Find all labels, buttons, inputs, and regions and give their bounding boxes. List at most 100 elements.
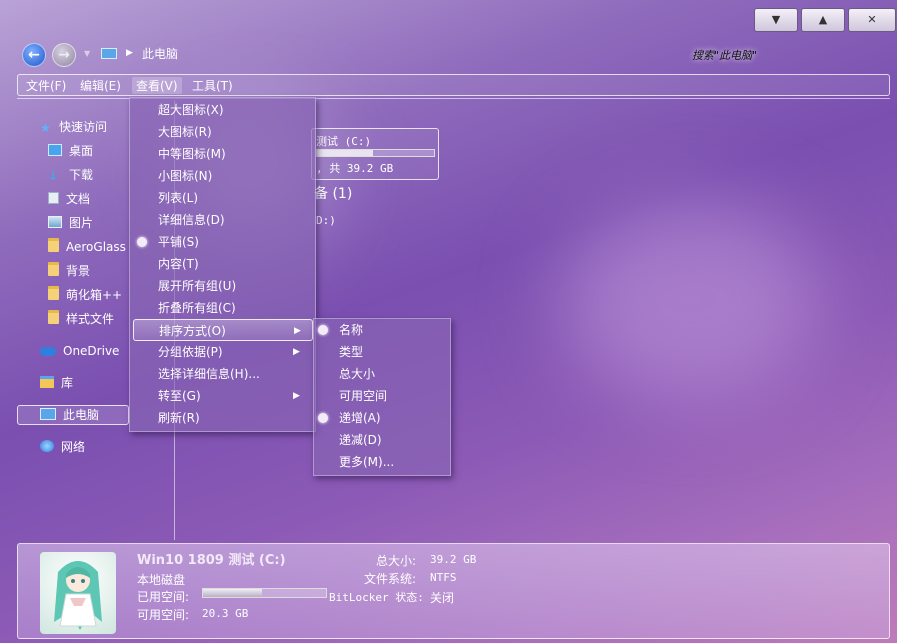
recent-locations-icon[interactable]: ▼ (84, 49, 90, 58)
view-menu-item-expand-all-groups[interactable]: 展开所有组(U) (130, 275, 315, 297)
menu-view[interactable]: 查看(V) (132, 77, 182, 94)
close-button[interactable]: ✕ (848, 8, 896, 32)
sort-menu-item-descending[interactable]: 递减(D) (314, 429, 450, 451)
breadcrumb[interactable]: 此电脑 (142, 44, 178, 64)
menu-file[interactable]: 文件(F) (26, 77, 66, 94)
used-space-bar (202, 588, 327, 598)
drive-label: 测试 (C:) (316, 135, 372, 148)
menu-item-label: 超大图标(X) (158, 103, 224, 117)
sidebar-item-pictures[interactable]: 图片 (48, 213, 93, 233)
sort-menu-item-total-size[interactable]: 总大小 (314, 363, 450, 385)
view-menu-item-content[interactable]: 内容(T) (130, 253, 315, 275)
sort-submenu: 名称类型 总大小 可用空间递增(A) 递减(D) 更多(M)... (313, 318, 451, 476)
desktop-icon (48, 144, 62, 156)
network-icon (40, 440, 54, 452)
drive-tile-c[interactable]: 测试 (C:) , 共 39.2 GB (311, 128, 439, 180)
sort-menu-item-name[interactable]: 名称 (314, 319, 450, 341)
drive-thumbnail (40, 552, 116, 634)
back-button[interactable]: ← (22, 43, 46, 67)
view-menu-item-details[interactable]: 详细信息(D) (130, 209, 315, 231)
library-icon (40, 376, 54, 388)
menu-item-label: 详细信息(D) (158, 213, 225, 227)
menu-item-label: 名称 (339, 323, 364, 337)
forward-button[interactable]: → (52, 43, 76, 67)
total-size-label: 总大小: (376, 554, 417, 568)
sidebar-item-documents[interactable]: 文档 (48, 189, 90, 209)
menu-item-label: 展开所有组(U) (158, 279, 237, 293)
sort-menu-item-free-space[interactable]: 可用空间 (314, 385, 450, 407)
file-system-value: NTFS (430, 571, 457, 584)
file-system-label: 文件系统: (364, 572, 417, 586)
sort-menu-item-ascending[interactable]: 递增(A) (314, 407, 450, 429)
menu-item-label: 选择详细信息(H)... (158, 367, 260, 381)
sidebar-item-label: 背景 (66, 264, 91, 278)
view-menu-item-refresh[interactable]: 刷新(R) (130, 407, 315, 429)
view-menu-item-large-icons[interactable]: 大图标(R) (130, 121, 315, 143)
drive-tile-d[interactable]: D:) (316, 214, 336, 227)
radio-bullet-icon (318, 413, 328, 423)
close-icon: ✕ (867, 13, 877, 26)
cloud-icon (40, 347, 56, 356)
sidebar-item-aeroglass[interactable]: AeroGlass (48, 237, 126, 257)
document-icon (48, 192, 59, 204)
sidebar-item-downloads[interactable]: ↓ 下载 (48, 165, 93, 185)
sort-menu-item-more[interactable]: 更多(M)... (314, 451, 450, 473)
drive-usage-fill (317, 150, 374, 156)
radio-bullet-icon (137, 237, 147, 247)
sidebar-item-label: 文档 (66, 192, 91, 206)
submenu-arrow-icon: ▶ (293, 391, 300, 401)
submenu-arrow-icon: ▶ (294, 326, 301, 336)
sidebar-item-label: 样式文件 (66, 312, 115, 326)
menu-item-label: 内容(T) (158, 257, 199, 271)
view-menu-item-collapse-all-groups[interactable]: 折叠所有组(C) (130, 297, 315, 319)
sidebar-item-onedrive[interactable]: OneDrive (40, 341, 119, 361)
forward-arrow-icon: → (58, 47, 70, 63)
view-menu-item-small-icons[interactable]: 小图标(N) (130, 165, 315, 187)
sidebar-item-menghuaxiang[interactable]: 萌化箱++ (48, 285, 122, 305)
sidebar-item-label: 图片 (69, 216, 94, 230)
sidebar-item-label: 此电脑 (63, 408, 100, 422)
menu-item-label: 大图标(R) (158, 125, 212, 139)
view-menu-item-sort-by[interactable]: 排序方式(O) ▶ (133, 319, 313, 341)
menu-edit[interactable]: 编辑(E) (80, 77, 121, 94)
star-icon: ★ (40, 121, 51, 135)
view-menu-item-medium-icons[interactable]: 中等图标(M) (130, 143, 315, 165)
sidebar-item-network[interactable]: 网络 (40, 437, 85, 457)
view-menu-item-choose-details[interactable]: 选择详细信息(H)... (130, 363, 315, 385)
free-space-label: 可用空间: (137, 608, 190, 622)
sidebar-item-label: 萌化箱++ (66, 288, 123, 302)
sidebar-item-background[interactable]: 背景 (48, 261, 90, 281)
drive-space-text: , 共 39.2 GB (316, 162, 394, 175)
group-header-devices[interactable]: 备 (1) (314, 183, 352, 203)
anime-character-image (54, 561, 102, 630)
view-menu-item-group-by[interactable]: 分组依据(P) ▶ (130, 341, 315, 363)
menu-item-label: 列表(L) (158, 191, 199, 205)
drive-usage-bar (316, 149, 435, 157)
menu-item-label: 小图标(N) (158, 169, 213, 183)
search-input[interactable]: 搜索"此电脑" (692, 47, 757, 63)
sidebar-item-library[interactable]: 库 (40, 373, 73, 393)
menu-tools[interactable]: 工具(T) (192, 77, 233, 94)
picture-icon (48, 216, 62, 228)
sidebar-item-this-pc[interactable]: 此电脑 (40, 405, 99, 425)
view-menu-item-go-to[interactable]: 转至(G) ▶ (130, 385, 315, 407)
sort-menu-item-type[interactable]: 类型 (314, 341, 450, 363)
view-menu-item-extra-large-icons[interactable]: 超大图标(X) (130, 99, 315, 121)
total-size-value: 39.2 GB (430, 553, 477, 566)
breadcrumb-separator-icon: ▶ (126, 48, 133, 58)
menu-item-label: 递增(A) (339, 411, 381, 425)
sidebar-item-quick-access[interactable]: ★ 快速访问 (40, 117, 107, 137)
menu-item-label: 折叠所有组(C) (158, 301, 236, 315)
minimize-button[interactable]: ▼ (754, 8, 798, 32)
sidebar-item-style-files[interactable]: 样式文件 (48, 309, 114, 329)
maximize-button[interactable]: ▲ (801, 8, 845, 32)
menu-item-label: 转至(G) (158, 389, 201, 403)
breadcrumb-location[interactable]: 此电脑 (142, 47, 178, 61)
details-title: Win10 1809 测试 (C:) (137, 553, 286, 568)
view-menu-item-list[interactable]: 列表(L) (130, 187, 315, 209)
view-menu-item-tiles[interactable]: 平铺(S) (130, 231, 315, 253)
sidebar-item-label: 下载 (69, 168, 94, 182)
bitlocker-value: 关闭 (430, 591, 455, 605)
sidebar-item-desktop[interactable]: 桌面 (48, 141, 93, 161)
menu-item-label: 中等图标(M) (158, 147, 226, 161)
